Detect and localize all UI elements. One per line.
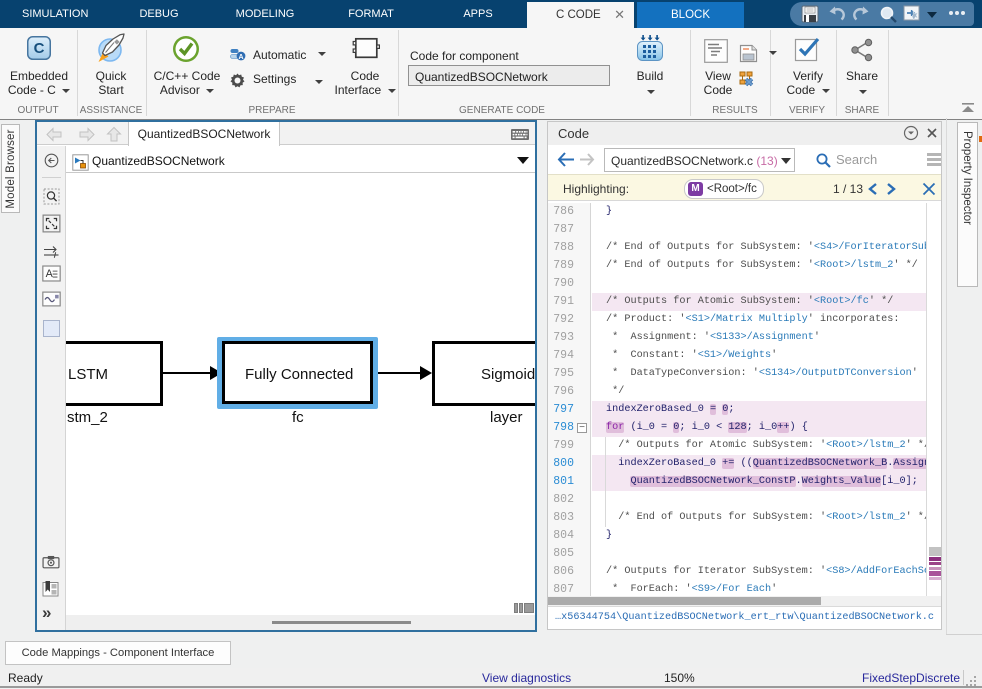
svg-text:A: A xyxy=(46,268,54,280)
svg-text:C: C xyxy=(34,40,45,57)
svg-text:A: A xyxy=(238,54,243,61)
